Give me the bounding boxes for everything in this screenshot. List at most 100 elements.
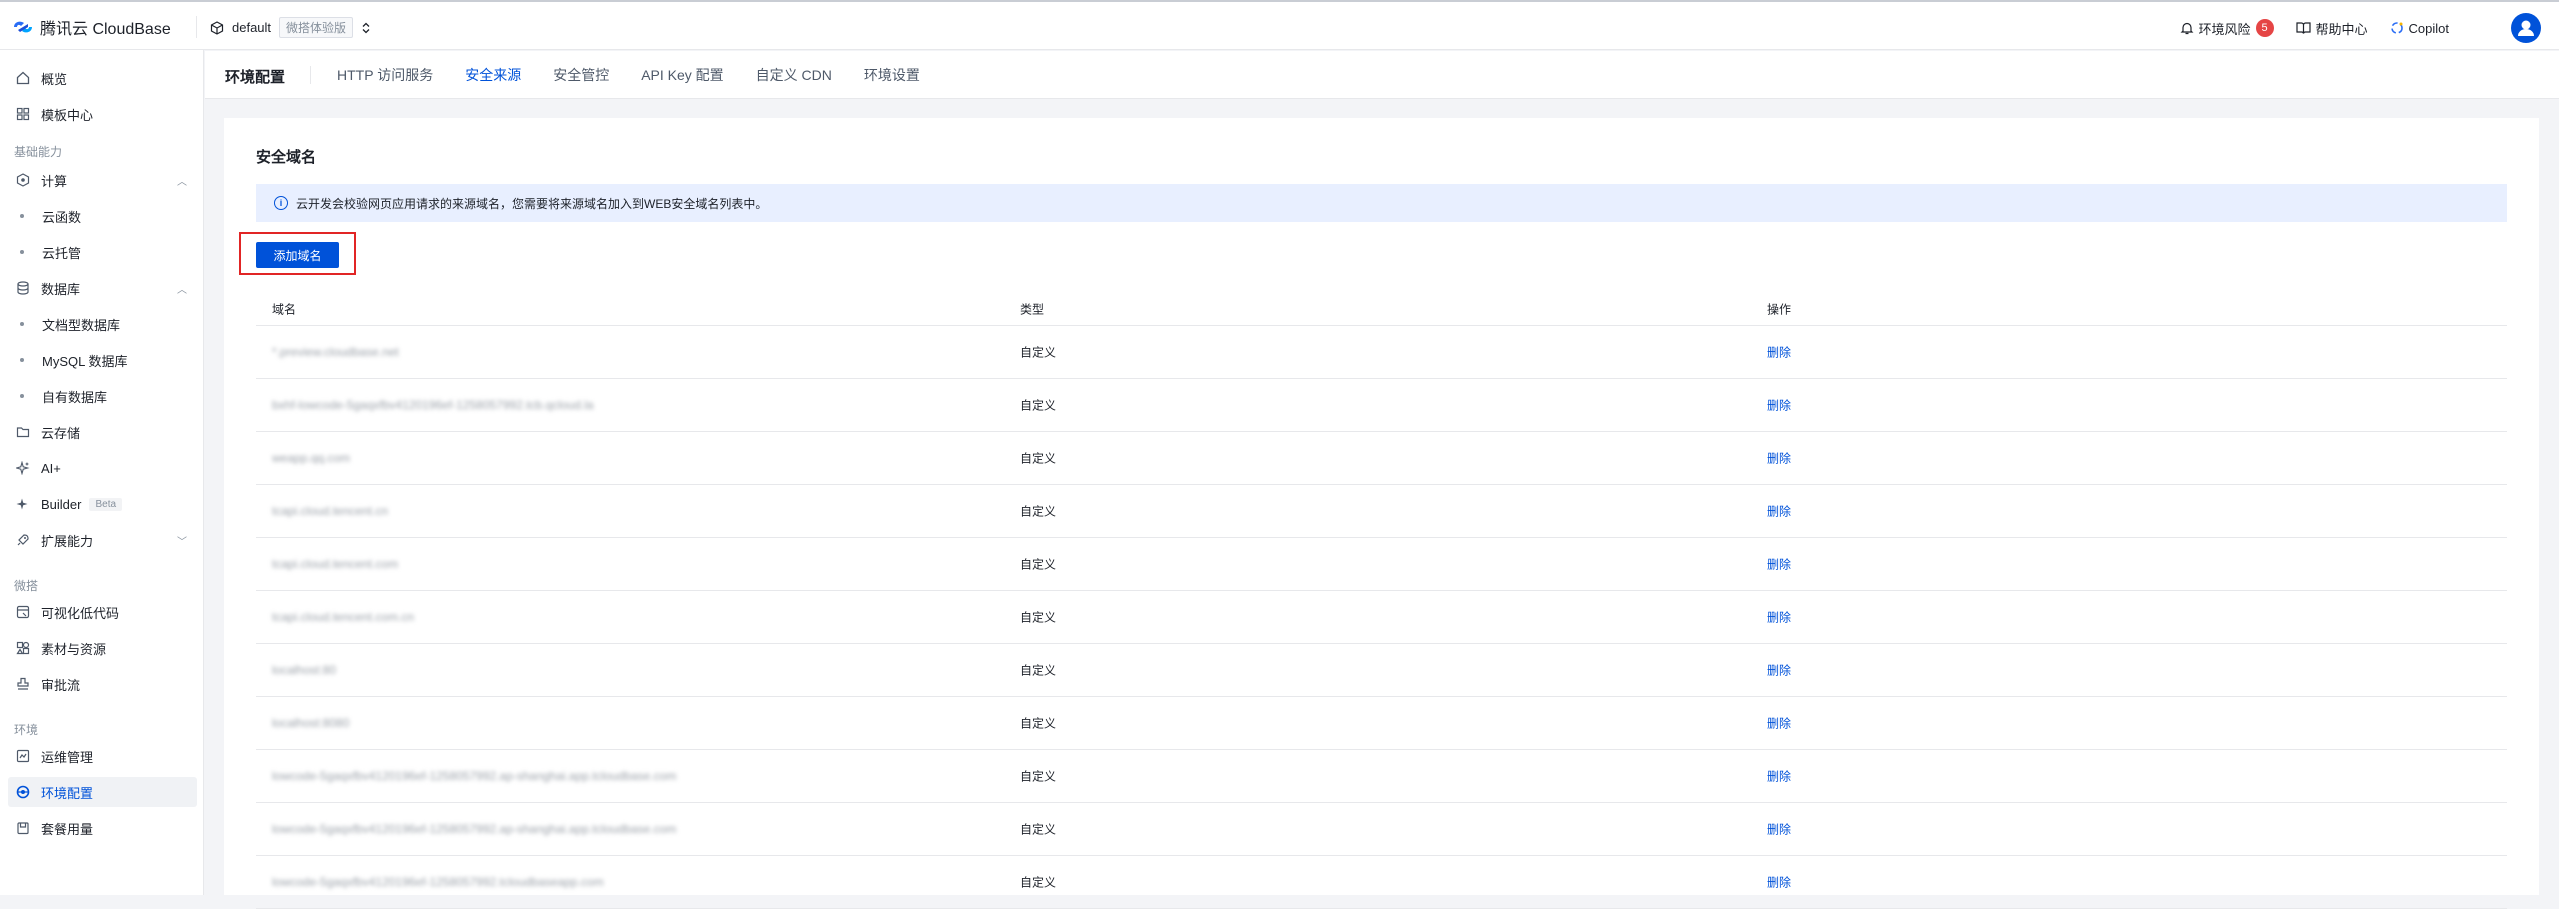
type-cell: 自定义 (1020, 663, 1057, 678)
bullet-dot (20, 250, 24, 254)
sidebar: 概览 模板中心 基础能力 计算 ︿ 云函数 云托管 数据库 ︿ 文档型数据库 M… (0, 50, 204, 895)
help-center-link[interactable]: 帮助中心 (2295, 19, 2368, 38)
domain-cell: localhost:8080 (272, 716, 350, 730)
bullet-dot (20, 358, 24, 362)
delete-link[interactable]: 删除 (1767, 556, 1791, 573)
page-header: 环境配置 HTTP 访问服务 安全来源 安全管控 API Key 配置 自定义 … (205, 51, 2559, 99)
sidebar-item-functions[interactable]: 云函数 (8, 201, 197, 231)
env-switcher[interactable]: default 微搭体验版 (210, 17, 371, 38)
table-row: weapp.qq.com 自定义 删除 (256, 432, 2507, 485)
domain-cell: tcapi.cloud.tencent.com.cn (272, 610, 415, 624)
copilot-link[interactable]: Copilot (2390, 21, 2449, 36)
database-icon (14, 279, 32, 297)
folder-icon (14, 423, 32, 441)
sidebar-item-label: 套餐用量 (41, 821, 94, 837)
sidebar-item-label: 计算 (41, 173, 68, 189)
type-cell: 自定义 (1020, 398, 1057, 413)
delete-link[interactable]: 删除 (1767, 344, 1791, 361)
sidebar-item-extensions[interactable]: 扩展能力 ﹀ (8, 525, 197, 555)
nav-group-weda: 微搭 (14, 579, 39, 593)
sidebar-item-approval[interactable]: 审批流 (8, 669, 197, 699)
domain-cell: *.preview.cloudbase.net (272, 345, 399, 359)
grid-icon (14, 105, 32, 123)
chevron-up-icon: ︿ (177, 176, 187, 188)
tab-security-source[interactable]: 安全来源 (465, 51, 521, 99)
domain-cell: lowcode-5gaqxfbv4120196ef-1258057992.ap-… (272, 822, 677, 836)
sidebar-item-hosting[interactable]: 云托管 (8, 237, 197, 267)
delete-link[interactable]: 删除 (1767, 821, 1791, 838)
bullet-dot (20, 322, 24, 326)
sidebar-item-doc-db[interactable]: 文档型数据库 (8, 309, 197, 339)
sidebar-item-label: 环境配置 (41, 785, 94, 801)
bullet-dot (20, 214, 24, 218)
delete-link[interactable]: 删除 (1767, 874, 1791, 891)
divider (196, 16, 197, 38)
delete-link[interactable]: 删除 (1767, 397, 1791, 414)
type-cell: 自定义 (1020, 504, 1057, 519)
top-bar: 腾讯云 CloudBase default 微搭体验版 环境风险 5 帮助中心 … (0, 0, 2559, 50)
delete-link[interactable]: 删除 (1767, 768, 1791, 785)
domain-table: 域名 类型 操作 *.preview.cloudbase.net 自定义 删除 … (256, 292, 2507, 909)
type-cell: 自定义 (1020, 345, 1057, 360)
home-icon (14, 69, 32, 87)
sidebar-item-compute[interactable]: 计算 ︿ (8, 165, 197, 195)
cloudbase-logo-icon (14, 21, 32, 33)
env-risk-label: 环境风险 (2198, 21, 2251, 37)
brand-logo[interactable]: 腾讯云 CloudBase (12, 16, 171, 38)
sidebar-item-env-config[interactable]: 环境配置 (8, 777, 197, 807)
security-domain-card: 安全域名 i 云开发会校验网页应用请求的来源域名，您需要将来源域名加入到WEB安… (224, 118, 2539, 909)
nav-group-env: 环境 (14, 723, 39, 737)
type-cell: 自定义 (1020, 822, 1057, 837)
sidebar-item-label: 云存储 (41, 425, 81, 441)
delete-link[interactable]: 删除 (1767, 662, 1791, 679)
sidebar-item-database[interactable]: 数据库 ︿ (8, 273, 197, 303)
rocket-icon (14, 531, 32, 549)
sidebar-item-own-db[interactable]: 自有数据库 (8, 381, 197, 411)
delete-link[interactable]: 删除 (1767, 450, 1791, 467)
page-title: 环境配置 (225, 69, 286, 86)
sidebar-item-lowcode[interactable]: 可视化低代码 (8, 597, 197, 627)
brand-name: 腾讯云 CloudBase (40, 21, 171, 38)
type-cell: 自定义 (1020, 557, 1057, 572)
user-icon (2518, 20, 2534, 36)
tab-custom-cdn[interactable]: 自定义 CDN (756, 51, 832, 99)
delete-link[interactable]: 删除 (1767, 503, 1791, 520)
domain-cell: bxhf-lowcode-5gaqxfbv4120196ef-125805799… (272, 398, 594, 412)
tab-security-control[interactable]: 安全管控 (553, 51, 609, 99)
delete-link[interactable]: 删除 (1767, 609, 1791, 626)
sidebar-item-builder[interactable]: Builder Beta (8, 489, 197, 519)
sidebar-item-usage[interactable]: 套餐用量 (8, 813, 197, 843)
book-icon (2295, 22, 2311, 34)
add-domain-button[interactable]: 添加域名 (256, 242, 339, 268)
column-header-action: 操作 (1767, 302, 1792, 316)
chevron-up-icon: ︿ (177, 284, 187, 296)
column-header-domain: 域名 (272, 302, 297, 316)
sidebar-item-mysql-db[interactable]: MySQL 数据库 (8, 345, 197, 375)
delete-link[interactable]: 删除 (1767, 715, 1791, 732)
sidebar-item-label: 自有数据库 (42, 389, 108, 405)
domain-cell: lowcode-5gaqxfbv4120196ef-1258057992.ap-… (272, 769, 677, 783)
tab-http-service[interactable]: HTTP 访问服务 (337, 51, 433, 99)
sidebar-item-assets[interactable]: 素材与资源 (8, 633, 197, 663)
sidebar-item-ops[interactable]: 运维管理 (8, 741, 197, 771)
sidebar-item-overview[interactable]: 概览 (8, 63, 197, 93)
type-cell: 自定义 (1020, 451, 1057, 466)
sidebar-item-ai[interactable]: AI+ (8, 453, 197, 483)
tab-api-key[interactable]: API Key 配置 (641, 51, 723, 99)
stamp-icon (14, 675, 32, 693)
env-name: default (232, 20, 272, 35)
sidebar-item-storage[interactable]: 云存储 (8, 417, 197, 447)
assets-icon (14, 639, 32, 657)
column-header-type: 类型 (1020, 302, 1045, 316)
env-risk-link[interactable]: 环境风险 5 (2180, 19, 2274, 38)
sidebar-item-templates[interactable]: 模板中心 (8, 99, 197, 129)
user-avatar[interactable] (2511, 13, 2541, 43)
domain-cell: tcapi.cloud.tencent.com (272, 557, 399, 571)
table-row: bxhf-lowcode-5gaqxfbv4120196ef-125805799… (256, 379, 2507, 432)
domain-cell: tcapi.cloud.tencent.cn (272, 504, 389, 518)
domain-cell: localhost:80 (272, 663, 337, 677)
tab-env-settings[interactable]: 环境设置 (864, 51, 920, 99)
sidebar-item-label: MySQL 数据库 (42, 353, 128, 369)
table-row: tcapi.cloud.tencent.com 自定义 删除 (256, 538, 2507, 591)
table-row: *.preview.cloudbase.net 自定义 删除 (256, 326, 2507, 379)
